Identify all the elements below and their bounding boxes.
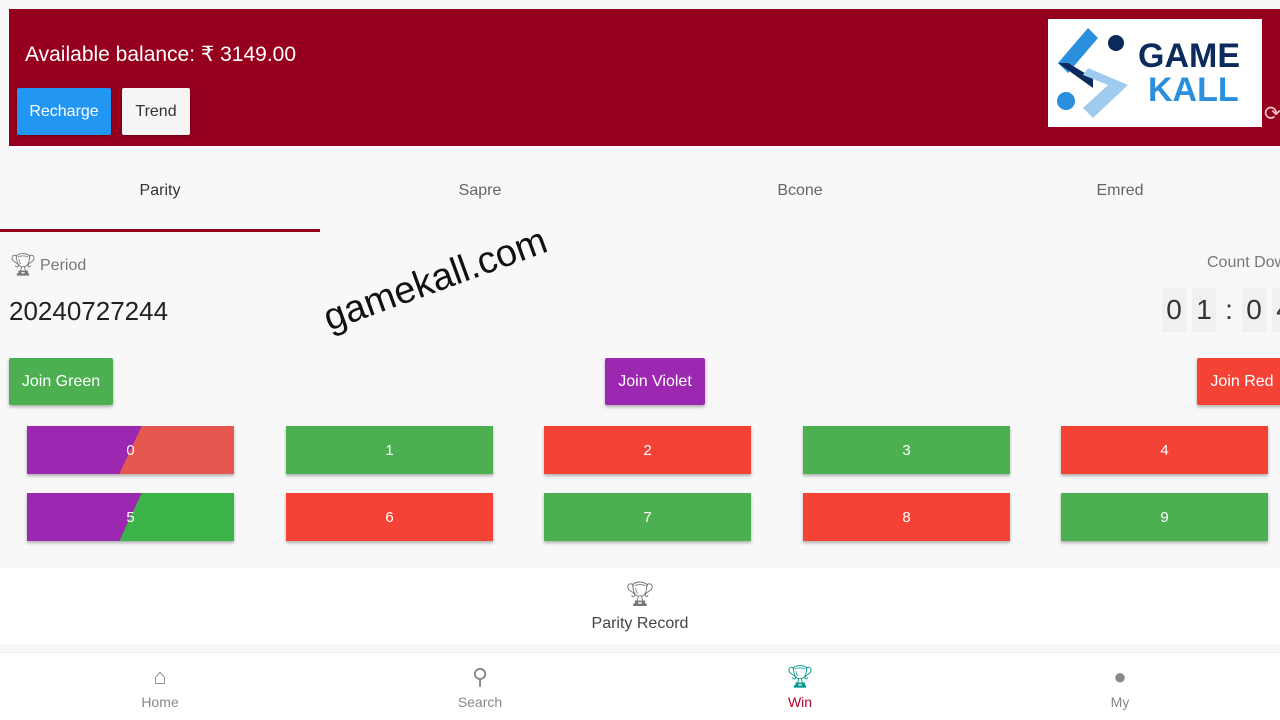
tab-bcone[interactable]: Bcone (640, 150, 960, 232)
available-balance: Available balance: ₹ 3149.00 (25, 43, 297, 66)
trophy-icon: 🏆︎ (624, 581, 656, 608)
nav-my-label: My (1110, 693, 1130, 710)
nav-home-label: Home (141, 693, 179, 710)
trophy-icon: 🏆︎ (9, 252, 37, 277)
nav-search-label: Search (457, 693, 503, 710)
tab-emred[interactable]: Emred (960, 150, 1280, 232)
number-button-1[interactable]: 1 (286, 426, 493, 474)
refresh-icon[interactable]: ⟳ (1264, 101, 1280, 126)
home-icon: ⌂ (153, 663, 167, 689)
number-button-0[interactable]: 0 (27, 426, 234, 474)
logo-text: GAME KALL (1138, 37, 1240, 109)
number-button-5[interactable]: 5 (27, 493, 234, 541)
search-icon: ⚲ (471, 663, 489, 689)
number-button-8[interactable]: 8 (803, 493, 1010, 541)
nav-my[interactable]: ● My (960, 653, 1280, 720)
gamekall-logo: GAME KALL (1048, 19, 1262, 127)
tab-sapre[interactable]: Sapre (320, 150, 640, 232)
number-button-4[interactable]: 4 (1061, 426, 1268, 474)
header: Available balance: ₹ 3149.00 Recharge Tr… (9, 9, 1280, 146)
number-button-2[interactable]: 2 (544, 426, 751, 474)
watermark: gamekall.com (318, 219, 553, 340)
number-button-3[interactable]: 3 (803, 426, 1010, 474)
join-green-button[interactable]: Join Green (9, 358, 113, 405)
person-icon: ● (1113, 663, 1127, 689)
trophy-icon: 🏆︎ (786, 663, 814, 689)
number-button-9[interactable]: 9 (1061, 493, 1268, 541)
number-button-6[interactable]: 6 (286, 493, 493, 541)
nav-search[interactable]: ⚲ Search (320, 653, 640, 720)
tab-parity[interactable]: Parity (0, 150, 320, 232)
period-value: 20240727244 (9, 296, 169, 326)
join-violet-button[interactable]: Join Violet (605, 358, 705, 405)
parity-record-section[interactable]: 🏆︎ Parity Record (0, 568, 1280, 644)
nav-win[interactable]: 🏆︎ Win (640, 653, 960, 720)
nav-win-label: Win (787, 693, 813, 710)
game-tabs: Parity Sapre Bcone Emred (0, 150, 1280, 232)
number-button-7[interactable]: 7 (544, 493, 751, 541)
countdown-timer: 01:04 (1162, 288, 1280, 332)
nav-home[interactable]: ⌂ Home (0, 653, 320, 720)
countdown-label: Count Down (1207, 254, 1280, 271)
period-label: Period (40, 257, 87, 274)
trend-button[interactable]: Trend (122, 88, 190, 135)
join-red-button[interactable]: Join Red (1197, 358, 1280, 405)
logo-mark-icon (1057, 28, 1128, 118)
countdown-digit: 0 (1242, 288, 1266, 332)
countdown-separator: : (1225, 294, 1233, 325)
countdown-digit: 0 (1162, 288, 1186, 332)
countdown-digit: 4 (1272, 288, 1280, 332)
recharge-button[interactable]: Recharge (17, 88, 111, 135)
parity-record-label: Parity Record (591, 615, 689, 632)
countdown-digit: 1 (1192, 288, 1216, 332)
bottom-nav: ⌂ Home ⚲ Search 🏆︎ Win ● My (0, 652, 1280, 720)
